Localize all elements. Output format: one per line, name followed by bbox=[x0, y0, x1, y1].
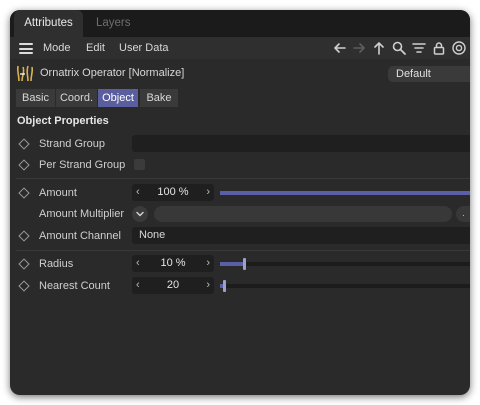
radius-slider[interactable] bbox=[220, 258, 470, 270]
radius-row: Radius ‹ 10 % › bbox=[10, 254, 470, 274]
spline-preview[interactable] bbox=[154, 206, 452, 222]
amount-channel-dropdown[interactable]: None bbox=[132, 227, 470, 244]
animate-diamond-icon[interactable] bbox=[18, 258, 30, 270]
amount-slider-fill bbox=[220, 191, 470, 195]
target-icon[interactable] bbox=[451, 40, 467, 56]
amount-label: Amount bbox=[39, 187, 77, 199]
animate-diamond-icon[interactable] bbox=[18, 138, 30, 150]
spline-more-button[interactable]: . bbox=[456, 206, 470, 222]
tab-attributes[interactable]: Attributes bbox=[14, 10, 83, 37]
radius-input[interactable]: ‹ 10 % › bbox=[132, 255, 214, 272]
arrow-right-icon[interactable] bbox=[351, 40, 367, 56]
nearest-count-value: 20 bbox=[166, 279, 180, 291]
arrow-left-icon[interactable] bbox=[332, 40, 348, 56]
amount-channel-row: Amount Channel None bbox=[10, 226, 470, 246]
lock-icon[interactable] bbox=[431, 40, 447, 56]
animate-diamond-icon[interactable] bbox=[18, 230, 30, 242]
subtab-object[interactable]: Object bbox=[98, 89, 138, 107]
menu-mode[interactable]: Mode bbox=[43, 37, 71, 59]
subtab-coord[interactable]: Coord. bbox=[56, 89, 97, 107]
amount-slider[interactable] bbox=[220, 191, 470, 195]
subtab-basic[interactable]: Basic bbox=[16, 89, 55, 107]
radius-value: 10 % bbox=[160, 257, 186, 269]
divider bbox=[16, 178, 470, 179]
chevron-down-icon bbox=[136, 211, 144, 217]
increment-icon[interactable]: › bbox=[206, 255, 210, 272]
per-strand-group-checkbox[interactable] bbox=[134, 159, 145, 170]
amount-row: Amount ‹ 100 % › bbox=[10, 183, 470, 203]
radius-slider-handle[interactable] bbox=[243, 258, 246, 270]
menu-edit[interactable]: Edit bbox=[86, 37, 105, 59]
strand-group-row: Strand Group bbox=[10, 134, 470, 154]
divider bbox=[16, 250, 470, 251]
animate-diamond-icon[interactable] bbox=[18, 280, 30, 292]
animate-diamond-icon[interactable] bbox=[18, 159, 30, 171]
layer-dropdown[interactable]: Default bbox=[388, 66, 470, 82]
nearest-count-input[interactable]: ‹ 20 › bbox=[132, 277, 214, 294]
per-strand-group-row: Per Strand Group bbox=[10, 155, 470, 175]
search-icon[interactable] bbox=[391, 40, 407, 56]
amount-channel-label: Amount Channel bbox=[39, 230, 121, 242]
amount-input[interactable]: ‹ 100 % › bbox=[132, 184, 214, 201]
nearest-count-slider[interactable] bbox=[220, 280, 470, 292]
animate-diamond-icon[interactable] bbox=[18, 187, 30, 199]
amount-multiplier-row: Amount Multiplier . bbox=[10, 204, 470, 224]
nearest-count-row: Nearest Count ‹ 20 › bbox=[10, 276, 470, 296]
subtab-bake[interactable]: Bake bbox=[140, 89, 178, 107]
filter-icon[interactable] bbox=[411, 40, 427, 56]
increment-icon[interactable]: › bbox=[206, 184, 210, 201]
object-header: Ornatrix Operator [Normalize] Default bbox=[10, 61, 470, 86]
menu-bar: Mode Edit User Data bbox=[10, 37, 470, 59]
hamburger-menu-icon[interactable] bbox=[19, 43, 33, 54]
tab-bar: Attributes Layers bbox=[10, 10, 470, 37]
amount-value: 100 % bbox=[157, 186, 189, 198]
strand-group-label: Strand Group bbox=[39, 138, 106, 150]
more-dot-icon: . bbox=[462, 208, 465, 219]
radius-slider-fill bbox=[220, 262, 245, 266]
nearest-count-label: Nearest Count bbox=[39, 280, 110, 292]
tab-layers[interactable]: Layers bbox=[96, 10, 131, 37]
ornatrix-operator-icon bbox=[16, 65, 34, 82]
menu-user-data[interactable]: User Data bbox=[119, 37, 169, 59]
amount-multiplier-label: Amount Multiplier bbox=[39, 208, 124, 220]
radius-label: Radius bbox=[39, 258, 74, 270]
per-strand-group-label: Per Strand Group bbox=[39, 159, 126, 171]
attributes-window: Attributes Layers Mode Edit User Data Or… bbox=[10, 10, 470, 395]
increment-icon[interactable]: › bbox=[206, 277, 210, 294]
arrow-up-icon[interactable] bbox=[371, 40, 387, 56]
strand-group-field[interactable] bbox=[132, 135, 470, 152]
nearest-count-slider-handle[interactable] bbox=[223, 280, 226, 292]
spline-toggle-button[interactable] bbox=[132, 206, 148, 222]
object-title: Ornatrix Operator [Normalize] bbox=[40, 67, 185, 79]
section-title: Object Properties bbox=[17, 115, 109, 127]
